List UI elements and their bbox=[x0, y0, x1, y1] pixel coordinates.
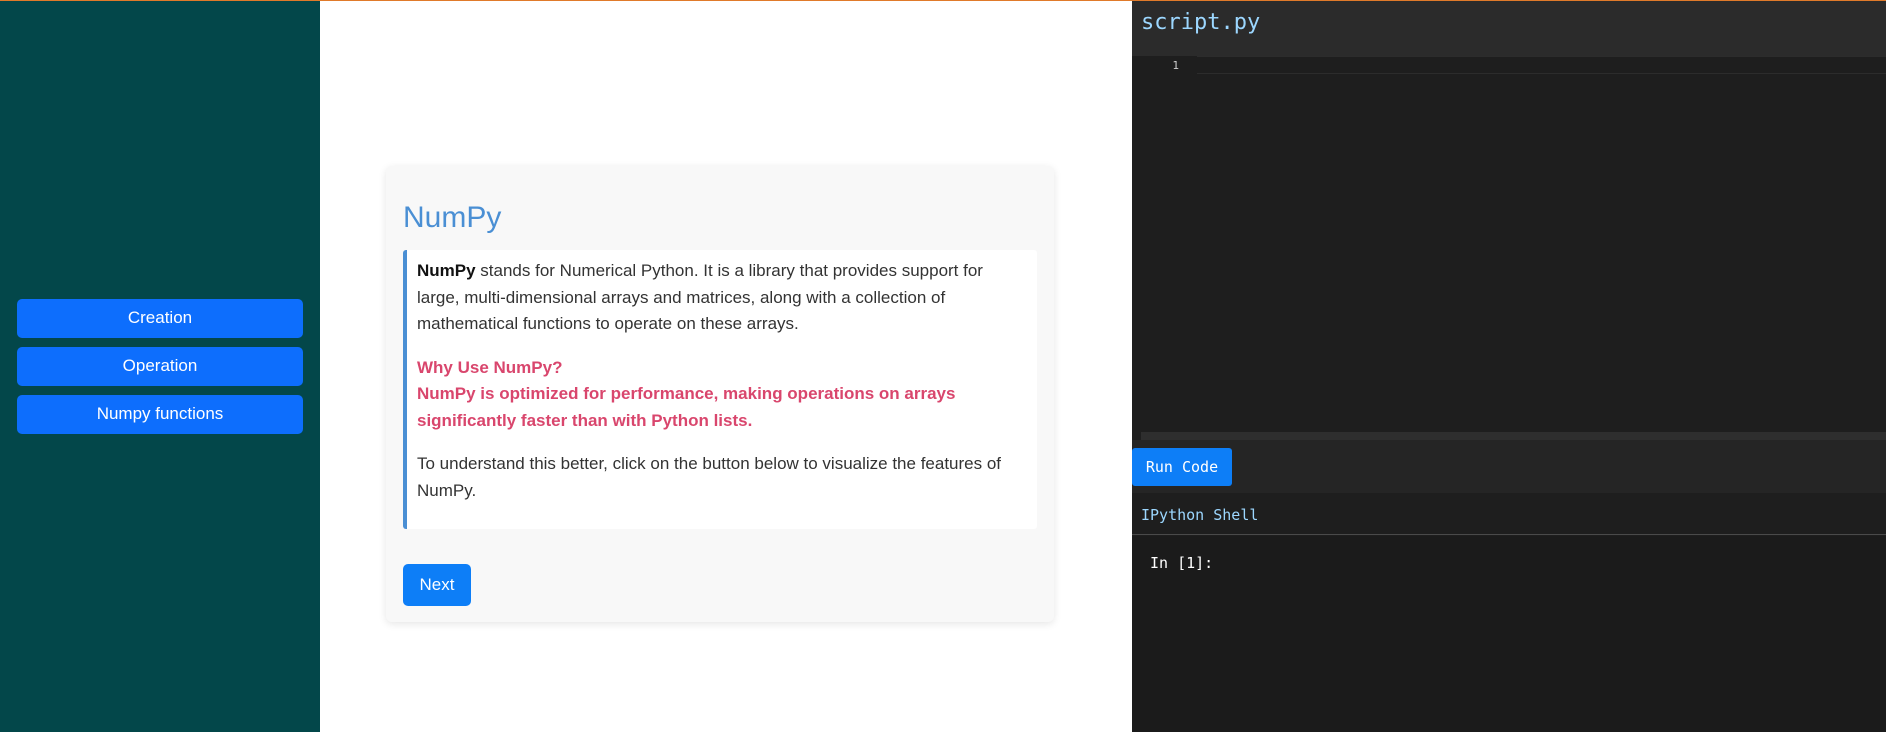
shell-output[interactable]: In [1]: bbox=[1132, 536, 1886, 732]
outro-paragraph: To understand this better, click on the … bbox=[417, 454, 1002, 500]
run-bar: Run Code bbox=[1132, 440, 1886, 493]
why-text: NumPy is optimized for performance, maki… bbox=[417, 384, 956, 430]
why-use-block: Why Use NumPy? NumPy is optimized for pe… bbox=[417, 355, 1023, 435]
sidebar-item-creation[interactable]: Creation bbox=[17, 298, 303, 338]
editor-panel: script.py 1 Run Code IPython Shell In [1… bbox=[1132, 0, 1886, 732]
sidebar-item-operation[interactable]: Operation bbox=[17, 346, 303, 386]
top-accent-line bbox=[0, 0, 1886, 1]
file-name: script.py bbox=[1141, 10, 1261, 35]
current-code-line[interactable] bbox=[1197, 56, 1886, 74]
sidebar-item-numpy-functions[interactable]: Numpy functions bbox=[17, 394, 303, 434]
info-box: NumPy stands for Numerical Python. It is… bbox=[403, 250, 1037, 529]
intro-text: stands for Numerical Python. It is a lib… bbox=[417, 261, 983, 333]
shell-prompt: In [1]: bbox=[1150, 554, 1214, 572]
shell-title: IPython Shell bbox=[1141, 506, 1259, 524]
lesson-card: NumPy NumPy stands for Numerical Python.… bbox=[386, 166, 1054, 622]
run-code-button[interactable]: Run Code bbox=[1132, 448, 1232, 486]
card-title: NumPy bbox=[403, 201, 502, 234]
intro-paragraph: NumPy stands for Numerical Python. It is… bbox=[417, 258, 1023, 338]
line-number: 1 bbox=[1172, 58, 1179, 72]
shell-header: IPython Shell bbox=[1132, 494, 1886, 535]
sidebar: Creation Operation Numpy functions bbox=[0, 0, 320, 732]
why-heading: Why Use NumPy? bbox=[417, 357, 563, 377]
intro-bold-term: NumPy bbox=[417, 261, 476, 280]
editor-horizontal-scrollbar[interactable] bbox=[1141, 432, 1886, 440]
next-button[interactable]: Next bbox=[403, 564, 471, 606]
code-editor[interactable]: 1 bbox=[1141, 56, 1886, 432]
main-content: NumPy NumPy stands for Numerical Python.… bbox=[320, 0, 1132, 732]
editor-header: script.py bbox=[1132, 0, 1886, 56]
